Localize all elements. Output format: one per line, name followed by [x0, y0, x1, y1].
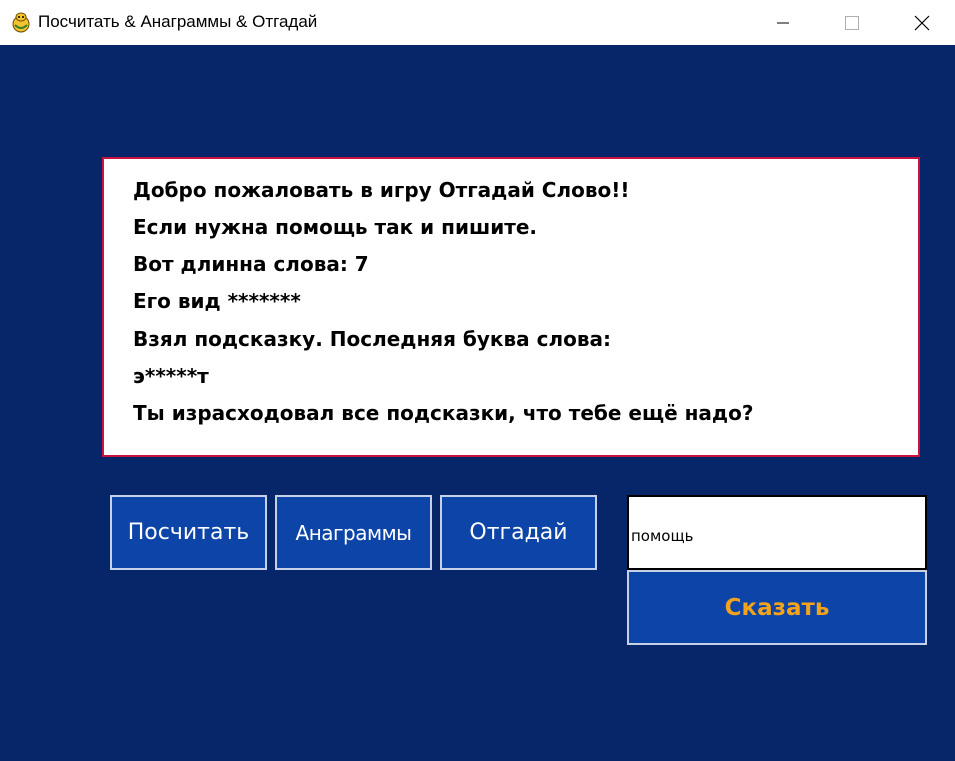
message-line: Взял подсказку. Последняя буква слова: [133, 327, 611, 351]
message-line: Если нужна помощь так и пишите. [133, 215, 537, 239]
answer-input[interactable]: помощь [627, 495, 927, 570]
guess-button[interactable]: Отгадай [440, 495, 597, 570]
message-panel: Добро пожаловать в игру Отгадай Слово!! … [102, 157, 920, 457]
message-line: Его вид ******* [133, 289, 301, 313]
message-line: Вот длинна слова: 7 [133, 252, 369, 276]
message-line: Ты израсходовал все подсказки, что тебе … [133, 401, 754, 425]
pygame-snake-icon [10, 11, 32, 33]
message-line: э*****т [133, 364, 209, 388]
message-line: Добро пожаловать в игру Отгадай Слово!! [133, 178, 630, 202]
maximize-button[interactable] [829, 0, 875, 45]
minimize-icon [777, 22, 789, 23]
game-surface: Добро пожаловать в игру Отгадай Слово!! … [0, 45, 955, 761]
title-bar: Посчитать & Анаграммы & Отгадай [0, 0, 955, 45]
close-button[interactable] [899, 0, 945, 45]
say-button[interactable]: Сказать [627, 570, 927, 645]
maximize-icon [845, 15, 859, 30]
close-icon [914, 15, 930, 30]
window-title: Посчитать & Анаграммы & Отгадай [38, 12, 318, 31]
anagrams-button[interactable]: Анаграммы [275, 495, 432, 570]
count-button[interactable]: Посчитать [110, 495, 267, 570]
answer-input-value: помощь [631, 526, 694, 545]
app-window: Посчитать & Анаграммы & Отгадай Добро по… [0, 0, 955, 761]
minimize-button[interactable] [760, 0, 806, 45]
